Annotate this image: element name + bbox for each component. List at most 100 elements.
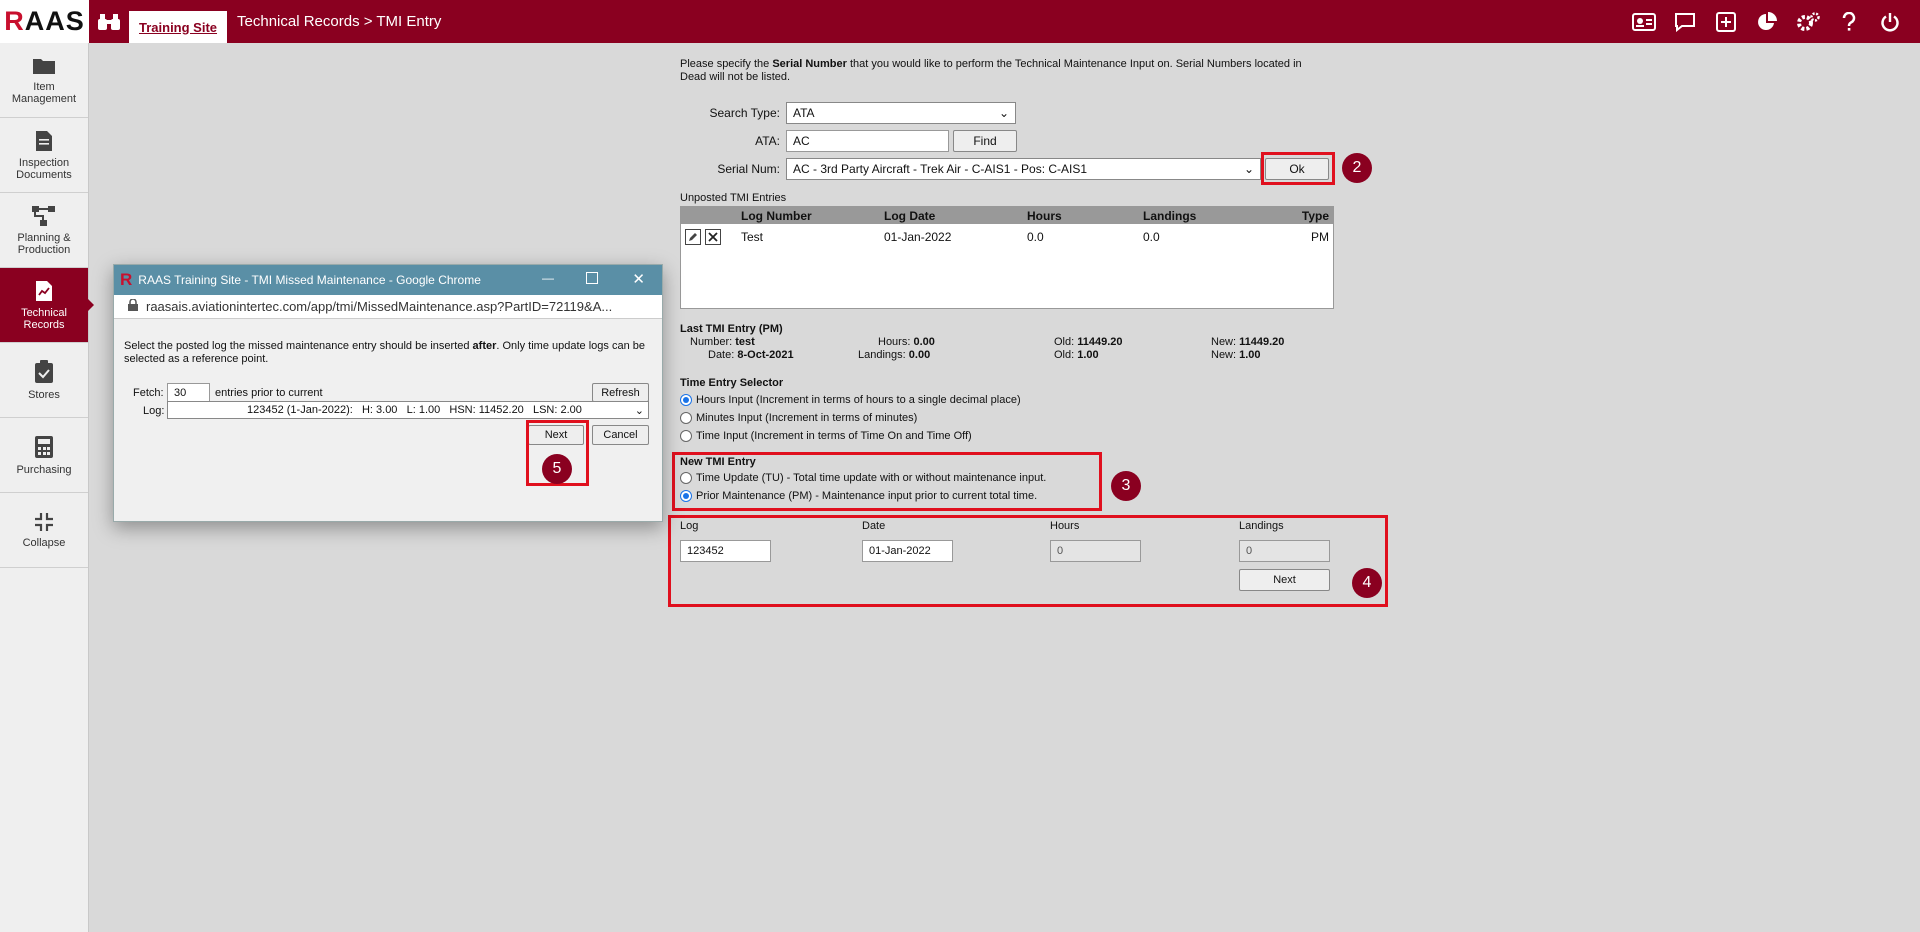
minimize-icon[interactable]: — — [542, 271, 554, 285]
last-tmi-new-landings: New: 1.00 — [1211, 349, 1261, 361]
step-badge-2: 2 — [1342, 153, 1372, 183]
settings-icon[interactable] — [1787, 0, 1828, 43]
raas-r-icon: R — [120, 270, 133, 289]
popup-log-select[interactable]: 123452 (1-Jan-2022): H: 3.00 L: 1.00 HSN… — [167, 401, 649, 419]
fetch-suffix: entries prior to current — [215, 387, 323, 399]
cell-log-number: Test — [741, 230, 764, 244]
radio-unchecked-icon[interactable] — [680, 430, 692, 443]
close-icon[interactable]: ✕ — [632, 270, 645, 288]
serial-select[interactable]: AC - 3rd Party Aircraft - Trek Air - C-A… — [786, 158, 1261, 180]
unposted-title: Unposted TMI Entries — [680, 192, 787, 204]
table-row[interactable]: Test 01-Jan-2022 0.0 0.0 PM — [681, 224, 1333, 250]
last-tmi-number: Number: test — [690, 336, 755, 348]
ata-row: ATA: AC Find — [680, 130, 1017, 152]
last-tmi-section: Last TMI Entry (PM) Number: test Date: 8… — [680, 323, 1320, 363]
maximize-icon[interactable] — [586, 272, 598, 287]
step-badge-3: 3 — [1111, 471, 1141, 501]
cell-landings: 0.0 — [1143, 230, 1160, 244]
ata-label: ATA: — [755, 134, 780, 148]
annotation-box-ok — [1261, 152, 1335, 185]
help-icon[interactable] — [1828, 0, 1869, 43]
last-tmi-old-hours: Old: 11449.20 — [1054, 336, 1123, 348]
chevron-down-icon: ⌄ — [634, 404, 644, 417]
radio-minutes-input[interactable]: Minutes Input (Increment in terms of min… — [680, 409, 1021, 427]
last-tmi-title: Last TMI Entry (PM) — [680, 323, 783, 335]
collapse-icon — [35, 512, 53, 531]
add-icon[interactable] — [1705, 0, 1746, 43]
step-badge-5: 5 — [542, 454, 572, 484]
last-tmi-date: Date: 8-Oct-2021 — [708, 349, 794, 361]
delete-icon[interactable] — [705, 229, 721, 248]
raas-logo[interactable]: R AAS — [0, 0, 89, 43]
popup-title: RAAS Training Site - TMI Missed Maintena… — [138, 273, 481, 287]
sidebar-item-label: Purchasing — [16, 463, 72, 476]
header-log-number: Log Number — [741, 208, 812, 223]
time-selector-title: Time Entry Selector — [680, 377, 784, 389]
cell-log-date: 01-Jan-2022 — [884, 230, 952, 244]
sidebar-item-label: Planning & Production — [17, 231, 71, 256]
clipboard-check-icon — [35, 359, 53, 383]
binoculars-icon[interactable] — [89, 0, 129, 43]
annotation-box-new-tmi — [672, 452, 1102, 511]
popup-title-bar: R RAAS Training Site - TMI Missed Mainte… — [114, 265, 662, 295]
radio-time-input[interactable]: Time Input (Increment in terms of Time O… — [680, 427, 1021, 445]
search-type-select[interactable]: ATA ⌄ — [786, 102, 1016, 124]
sidebar-item-planning-production[interactable]: Planning & Production — [0, 193, 88, 268]
serial-label: Serial Num: — [717, 162, 780, 176]
header-log-date: Log Date — [884, 208, 936, 223]
sidebar-item-label: Item Management — [11, 80, 77, 105]
refresh-button[interactable]: Refresh — [592, 383, 649, 402]
lock-icon — [128, 298, 138, 314]
chevron-down-icon: ⌄ — [1243, 162, 1254, 176]
sidebar-item-stores[interactable]: Stores — [0, 343, 88, 418]
id-card-icon[interactable] — [1623, 0, 1664, 43]
fetch-input[interactable]: 30 — [167, 383, 210, 402]
top-icon-bar — [1623, 0, 1910, 43]
sidebar-item-label: Inspection Documents — [16, 156, 72, 181]
step-badge-4: 4 — [1352, 568, 1382, 598]
chat-icon[interactable] — [1664, 0, 1705, 43]
serial-row: Serial Num: AC - 3rd Party Aircraft - Tr… — [680, 158, 1329, 180]
last-tmi-new-hours: New: 11449.20 — [1211, 336, 1285, 348]
annotation-box-entry-form — [668, 515, 1388, 607]
pie-chart-icon[interactable] — [1746, 0, 1787, 43]
last-tmi-landings: Landings: 0.00 — [858, 349, 931, 361]
popup-instructions: Select the posted log the missed mainten… — [124, 340, 645, 365]
missed-maintenance-popup: R RAAS Training Site - TMI Missed Mainte… — [113, 264, 663, 522]
folder-icon — [33, 58, 55, 74]
document-icon — [36, 130, 52, 151]
logo-r: R — [4, 6, 25, 36]
radio-hours-input[interactable]: Hours Input (Increment in terms of hours… — [680, 391, 1021, 409]
main-content: Please specify the Serial Number that yo… — [680, 58, 1400, 84]
site-tab[interactable]: Training Site — [129, 11, 228, 43]
intro-text: Please specify the Serial Number that yo… — [680, 58, 1302, 83]
cell-hours: 0.0 — [1027, 230, 1044, 244]
sidebar-item-collapse[interactable]: Collapse — [0, 493, 88, 568]
last-tmi-hours: Hours: 0.00 — [878, 336, 935, 348]
popup-log-label: Log: — [143, 405, 165, 417]
top-bar: R AAS Training Site Technical Records > T… — [0, 0, 1920, 43]
edit-icon[interactable] — [685, 229, 701, 248]
popup-url[interactable]: raasais.aviationintertec.com/app/tmi/Mis… — [146, 299, 612, 314]
cell-type: PM — [1311, 230, 1329, 244]
sidebar-item-purchasing[interactable]: Purchasing — [0, 418, 88, 493]
sidebar-item-label: Technical Records — [21, 306, 67, 331]
fetch-label: Fetch: — [133, 387, 164, 399]
sidebar-item-technical-records[interactable]: Technical Records — [0, 268, 94, 343]
table-header: Log Number Log Date Hours Landings Type — [681, 207, 1333, 224]
flow-icon — [32, 205, 55, 226]
popup-url-bar: raasais.aviationintertec.com/app/tmi/Mis… — [114, 295, 662, 319]
search-type-row: Search Type: ATA ⌄ — [680, 102, 1016, 124]
last-tmi-old-landings: Old: 1.00 — [1054, 349, 1099, 361]
ata-input[interactable]: AC — [786, 130, 949, 152]
logo-text: AAS — [24, 6, 85, 36]
calculator-icon — [35, 435, 53, 458]
radio-unchecked-icon[interactable] — [680, 412, 692, 425]
popup-cancel-button[interactable]: Cancel — [592, 425, 649, 445]
sidebar-item-inspection-documents[interactable]: Inspection Documents — [0, 118, 88, 193]
find-button[interactable]: Find — [953, 130, 1017, 152]
sidebar-item-item-management[interactable]: Item Management — [0, 43, 88, 118]
header-landings: Landings — [1143, 208, 1197, 223]
power-icon[interactable] — [1869, 0, 1910, 43]
radio-checked-icon[interactable] — [680, 394, 692, 407]
